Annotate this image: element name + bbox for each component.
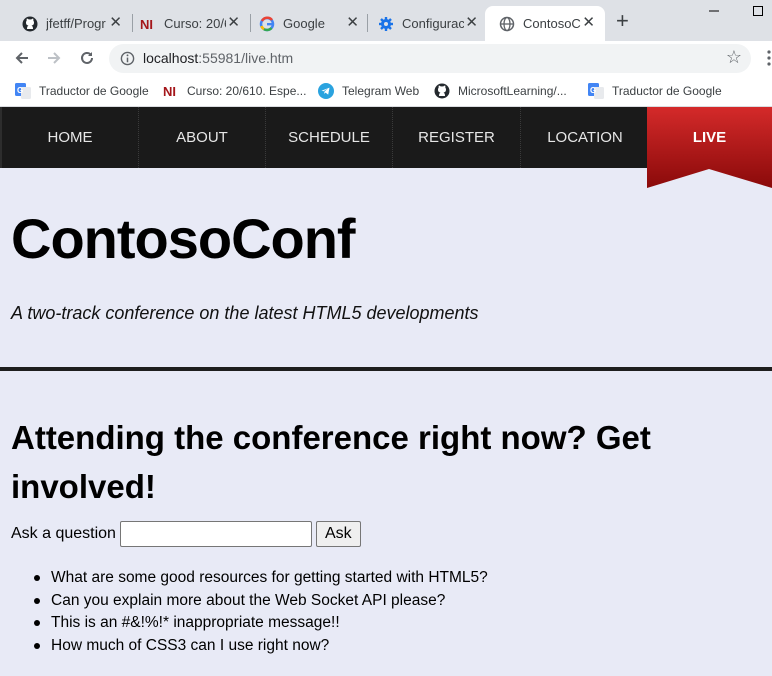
bookmark-label: MicrosoftLearning/... bbox=[458, 84, 567, 98]
bullet-icon bbox=[34, 620, 40, 626]
bookmark-item[interactable]: G Traductor de Google bbox=[15, 81, 149, 101]
address-bar[interactable]: localhost:55981/live.htm ☆ bbox=[109, 44, 751, 73]
url-host: localhost bbox=[143, 50, 199, 66]
ni-icon: NI bbox=[163, 83, 179, 99]
bookmarks-bar: G Traductor de Google NI Curso: 20/610. … bbox=[0, 75, 772, 107]
nav-live[interactable]: LIVE bbox=[647, 107, 772, 168]
question-input[interactable] bbox=[119, 521, 312, 547]
more-menu-icon[interactable] bbox=[760, 48, 772, 68]
svg-text:NI: NI bbox=[163, 84, 176, 99]
tab-strip: jfetff/Progr ✕ NI Curso: 20/6 ✕ Google ✕… bbox=[0, 0, 772, 41]
close-icon[interactable]: ✕ bbox=[465, 15, 478, 31]
question-text: This is an #&!%!* inappropriate message!… bbox=[51, 614, 340, 631]
reload-button[interactable] bbox=[75, 46, 99, 70]
back-button[interactable] bbox=[10, 46, 34, 70]
gear-icon bbox=[378, 16, 394, 32]
address-toolbar: localhost:55981/live.htm ☆ bbox=[0, 41, 772, 75]
bullet-icon bbox=[34, 575, 40, 581]
github-icon bbox=[22, 16, 38, 32]
svg-text:G: G bbox=[590, 86, 596, 95]
bullet-icon bbox=[34, 642, 40, 649]
page-heading: Attending the conference right now? Get … bbox=[11, 419, 651, 505]
list-item: This is an #&!%!* inappropriate message!… bbox=[34, 612, 488, 635]
forward-button[interactable] bbox=[42, 46, 66, 70]
question-text: Can you explain more about the Web Socke… bbox=[51, 591, 446, 609]
google-translate-icon: G bbox=[15, 83, 31, 99]
close-icon[interactable]: ✕ bbox=[227, 15, 240, 31]
bookmark-item[interactable]: G Traductor de Google bbox=[588, 81, 722, 101]
info-icon[interactable] bbox=[120, 51, 135, 71]
question-list: What are some good resources for getting… bbox=[34, 567, 488, 658]
close-icon[interactable]: ✕ bbox=[109, 15, 122, 31]
reload-icon bbox=[81, 51, 93, 64]
nav-about[interactable]: ABOUT bbox=[139, 107, 266, 168]
bookmark-item[interactable]: NI Curso: 20/610. Espe... bbox=[163, 81, 306, 101]
bookmark-star-icon[interactable]: ☆ bbox=[726, 47, 742, 68]
nav-location[interactable]: LOCATION bbox=[521, 107, 649, 168]
arrow-right-icon bbox=[48, 52, 61, 64]
new-tab-button[interactable]: + bbox=[616, 10, 629, 32]
globe-icon bbox=[499, 16, 515, 32]
page-content: HOME ABOUT SCHEDULE REGISTER LOCATION LI… bbox=[0, 107, 772, 676]
tab-google[interactable]: Google ✕ bbox=[245, 6, 369, 41]
bookmark-label: Curso: 20/610. Espe... bbox=[187, 84, 307, 98]
tab-github[interactable]: jfetff/Progr ✕ bbox=[8, 6, 132, 41]
telegram-icon bbox=[318, 83, 334, 99]
bookmark-label: Telegram Web bbox=[342, 84, 420, 98]
maximize-button[interactable] bbox=[738, 0, 772, 22]
tab-title: Curso: 20/6 bbox=[164, 16, 226, 31]
svg-text:NI: NI bbox=[140, 17, 153, 32]
bullet-icon bbox=[34, 597, 40, 604]
tab-title: jfetff/Progr bbox=[46, 16, 106, 31]
google-icon bbox=[259, 16, 275, 32]
ask-label: Ask a question bbox=[11, 525, 116, 542]
tab-contosoconf[interactable]: ContosoC ✕ bbox=[485, 6, 605, 41]
list-item: Can you explain more about the Web Socke… bbox=[34, 590, 488, 613]
close-icon[interactable]: ✕ bbox=[582, 15, 595, 31]
bookmark-label: Traductor de Google bbox=[39, 84, 149, 98]
nav-schedule[interactable]: SCHEDULE bbox=[266, 107, 393, 168]
tab-title: Configurac bbox=[402, 16, 464, 31]
bookmark-label: Traductor de Google bbox=[612, 84, 722, 98]
tab-title: ContosoC bbox=[523, 16, 581, 31]
close-icon[interactable]: ✕ bbox=[346, 15, 359, 31]
question-text: What are some good resources for getting… bbox=[51, 569, 488, 586]
bookmark-item[interactable]: MicrosoftLearning/... bbox=[434, 81, 567, 101]
ni-icon: NI bbox=[140, 16, 156, 32]
tab-configuracion[interactable]: Configurac ✕ bbox=[364, 6, 488, 41]
ask-button[interactable]: Ask bbox=[315, 521, 361, 547]
github-icon bbox=[434, 83, 450, 99]
list-item: How much of CSS3 can I use right now? bbox=[34, 635, 488, 658]
ask-form: Ask a question Ask bbox=[11, 521, 361, 547]
svg-text:G: G bbox=[17, 86, 23, 95]
divider bbox=[0, 367, 772, 371]
bookmark-item[interactable]: Telegram Web bbox=[318, 81, 419, 101]
list-item: What are some good resources for getting… bbox=[34, 567, 488, 590]
site-title: ContosoConf bbox=[11, 207, 356, 270]
nav-home[interactable]: HOME bbox=[2, 107, 139, 168]
arrow-left-icon bbox=[15, 52, 28, 64]
url-path: :55981/live.htm bbox=[198, 50, 294, 66]
minimize-button[interactable] bbox=[694, 0, 734, 22]
tab-title: Google bbox=[283, 16, 325, 31]
nav-register[interactable]: REGISTER bbox=[393, 107, 521, 168]
site-tagline: A two-track conference on the latest HTM… bbox=[11, 303, 479, 323]
google-translate-icon: G bbox=[588, 83, 604, 99]
question-text: How much of CSS3 can I use right now? bbox=[51, 636, 330, 654]
tab-curso[interactable]: NI Curso: 20/6 ✕ bbox=[126, 6, 250, 41]
url-text: localhost:55981/live.htm bbox=[143, 50, 293, 66]
